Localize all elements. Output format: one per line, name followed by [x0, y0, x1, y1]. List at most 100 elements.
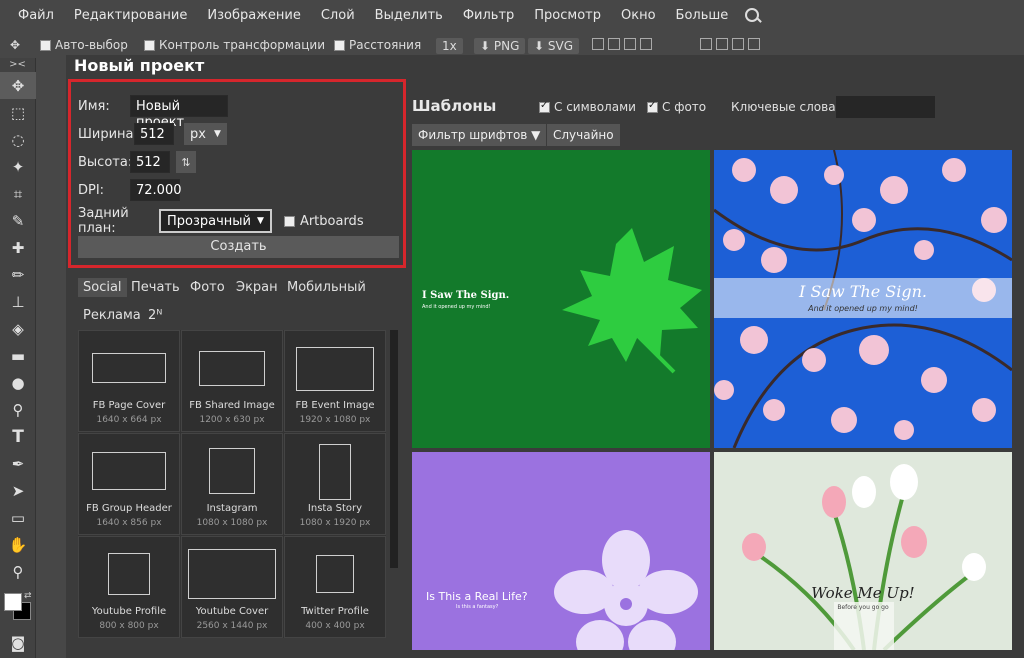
zoom-tool-icon[interactable]: ⚲ — [0, 558, 36, 585]
transform-controls-option[interactable]: Контроль трансформации — [144, 38, 325, 52]
align-top-icon[interactable] — [640, 38, 652, 50]
stamp-tool-icon[interactable]: ⊥ — [0, 288, 36, 315]
dpi-field[interactable]: 72.000 — [130, 179, 182, 201]
preset-size: 400 x 400 px — [305, 621, 365, 631]
template-subtitle: Is this a fantasy? — [456, 604, 499, 610]
distances-option[interactable]: Расстояния — [334, 38, 421, 52]
preset-size: 1640 x 856 px — [96, 518, 162, 528]
preset-fb-group-header[interactable]: FB Group Header 1640 x 856 px — [78, 433, 180, 535]
with-photo-option[interactable]: С фото — [647, 100, 706, 114]
tab-print[interactable]: Печать — [126, 278, 185, 297]
magic-wand-icon[interactable]: ✦ — [0, 153, 36, 180]
path-select-icon[interactable]: ➤ — [0, 477, 36, 504]
width-field[interactable]: 512 — [134, 123, 174, 145]
artboards-option[interactable]: Artboards — [283, 213, 364, 229]
height-field[interactable]: 512 — [130, 151, 170, 173]
template-tile-green[interactable]: I Saw The Sign. And it opened up my mind… — [412, 150, 710, 448]
preset-size: 1640 x 664 px — [96, 415, 162, 425]
distribute-left-icon[interactable] — [700, 38, 712, 50]
align-center-icon[interactable] — [608, 38, 620, 50]
eyedropper-icon[interactable]: ✎ — [0, 207, 36, 234]
preset-youtube-cover[interactable]: Youtube Cover 2560 x 1440 px — [181, 536, 283, 638]
preset-insta-story[interactable]: Insta Story 1080 x 1920 px — [284, 433, 386, 535]
preset-shape — [209, 448, 255, 494]
swap-dimensions-icon[interactable]: ⇅ — [176, 151, 196, 173]
transform-controls-checkbox[interactable] — [144, 39, 155, 51]
type-tool-icon[interactable]: T — [0, 423, 36, 450]
shape-tool-icon[interactable]: ▭ — [0, 504, 36, 531]
tab-social[interactable]: Social — [78, 278, 127, 297]
with-symbols-option[interactable]: С символами — [539, 100, 636, 114]
preset-twitter-profile[interactable]: Twitter Profile 400 x 400 px — [284, 536, 386, 638]
preset-fb-shared-image[interactable]: FB Shared Image 1200 x 630 px — [181, 330, 283, 432]
move-tool-icon[interactable]: ✥ — [0, 72, 36, 99]
auto-select-option[interactable]: Авто-выбор — [40, 38, 128, 52]
align-right-icon[interactable] — [624, 38, 636, 50]
background-label: Задний план: — [78, 206, 129, 236]
preset-youtube-profile[interactable]: Youtube Profile 800 x 800 px — [78, 536, 180, 638]
export-svg-label: SVG — [547, 39, 573, 53]
zoom-select[interactable]: 1x — [436, 38, 463, 54]
pen-tool-icon[interactable]: ✒ — [0, 450, 36, 477]
crop-tool-icon[interactable]: ⌗ — [0, 180, 36, 207]
export-png-button[interactable]: ⬇ PNG — [474, 38, 526, 54]
dodge-tool-icon[interactable]: ⚲ — [0, 396, 36, 423]
template-tile-blossom[interactable]: I Saw The Sign. And it opened up my mind… — [714, 150, 1012, 448]
distribute-top-icon[interactable] — [748, 38, 760, 50]
menu-layer[interactable]: Слой — [311, 0, 365, 32]
menu-filter[interactable]: Фильтр — [453, 0, 524, 32]
preset-fb-event-image[interactable]: FB Event Image 1920 x 1080 px — [284, 330, 386, 432]
with-symbols-checkbox[interactable] — [539, 100, 550, 113]
template-title: Is This a Real Life? — [426, 590, 528, 603]
align-left-icon[interactable] — [592, 38, 604, 50]
artboards-label: Artboards — [299, 213, 364, 229]
menu-select[interactable]: Выделить — [365, 0, 453, 32]
menu-view[interactable]: Просмотр — [524, 0, 611, 32]
foreground-color-swatch[interactable] — [4, 593, 22, 611]
transform-controls-label: Контроль трансформации — [159, 38, 326, 52]
lasso-tool-icon[interactable]: ◌ — [0, 126, 36, 153]
menu-image[interactable]: Изображение — [197, 0, 310, 32]
distribute-center-icon[interactable] — [716, 38, 728, 50]
eraser-tool-icon[interactable]: ◈ — [0, 315, 36, 342]
preset-instagram[interactable]: Instagram 1080 x 1080 px — [181, 433, 283, 535]
template-title: Woke Me Up! — [811, 584, 915, 602]
menu-window[interactable]: Окно — [611, 0, 666, 32]
keywords-input[interactable] — [836, 96, 935, 118]
quick-mask-icon[interactable]: ◙ — [0, 629, 36, 656]
with-photo-checkbox[interactable] — [647, 100, 658, 113]
tab-screen[interactable]: Экран — [231, 278, 283, 297]
distances-checkbox[interactable] — [334, 39, 345, 51]
collapse-toolbar-button[interactable]: >< — [0, 58, 35, 72]
menu-edit[interactable]: Редактирование — [64, 0, 197, 32]
font-filter-button[interactable]: Фильтр шрифтов ▼ — [412, 124, 547, 146]
background-select[interactable]: Прозрачный ▼ — [159, 209, 272, 233]
brush-tool-icon[interactable]: ✏ — [0, 261, 36, 288]
hand-tool-icon[interactable]: ✋ — [0, 531, 36, 558]
preset-fb-page-cover[interactable]: FB Page Cover 1640 x 664 px — [78, 330, 180, 432]
create-button[interactable]: Создать — [78, 236, 399, 258]
auto-select-checkbox[interactable] — [40, 39, 51, 51]
template-tile-purple[interactable]: Is This a Real Life? Is this a fantasy? — [412, 452, 710, 650]
menu-more[interactable]: Больше — [666, 0, 739, 32]
search-icon[interactable] — [744, 7, 762, 25]
tab-mobile[interactable]: Мобильный — [282, 278, 371, 297]
blur-tool-icon[interactable]: ● — [0, 369, 36, 396]
preset-scrollbar[interactable] — [390, 330, 398, 568]
marquee-tool-icon[interactable]: ⬚ — [0, 99, 36, 126]
export-svg-button[interactable]: ⬇ SVG — [528, 38, 579, 54]
unit-select[interactable]: px ▼ — [184, 123, 227, 145]
gradient-tool-icon[interactable]: ▬ — [0, 342, 36, 369]
template-tile-tulips[interactable]: Woke Me Up! Before you go go — [714, 452, 1012, 650]
menu-file[interactable]: Файл — [8, 0, 64, 32]
swap-colors-icon[interactable]: ⇄ — [24, 591, 32, 601]
artboards-checkbox[interactable] — [283, 215, 295, 227]
distribute-right-icon[interactable] — [732, 38, 744, 50]
random-button[interactable]: Случайно — [547, 124, 620, 146]
tab-photo[interactable]: Фото — [185, 278, 230, 297]
tab-ads[interactable]: Реклама — [78, 306, 146, 325]
preset-size: 1200 x 630 px — [199, 415, 265, 425]
name-field[interactable]: Новый проект — [130, 95, 228, 130]
tab-power-of-two[interactable]: 2ᴺ — [143, 306, 167, 325]
healing-brush-icon[interactable]: ✚ — [0, 234, 36, 261]
